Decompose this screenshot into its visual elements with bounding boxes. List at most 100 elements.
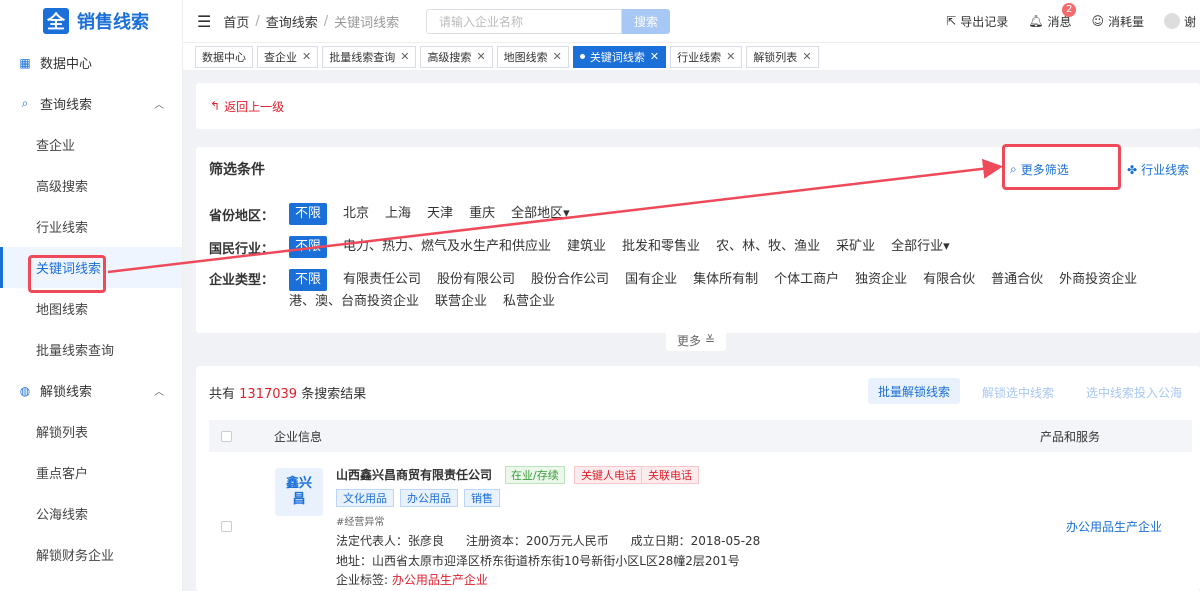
tab-keyword[interactable]: 关键词线索 ✕ (572, 45, 667, 68)
filter-option[interactable]: 有限责任公司 (343, 269, 421, 291)
grid-icon: ✤ (1127, 162, 1138, 177)
product-service-link[interactable]: 办公用品生产企业 (1066, 518, 1162, 535)
filter-option[interactable]: 私营企业 (503, 291, 555, 313)
filter-option[interactable]: 个体工商户 (774, 269, 839, 291)
filter-label: 省份地区： (209, 208, 275, 224)
unlock-selected-button[interactable]: 解锁选中线索 (982, 384, 1054, 401)
batch-unlock-button[interactable]: 批量解锁线索 (868, 378, 960, 404)
filter-option[interactable]: 不限 (289, 203, 328, 225)
close-icon[interactable]: ✕ (802, 50, 811, 63)
tab-label: 关键词线索 (589, 50, 645, 64)
filter-option[interactable]: 电力、热力、燃气及水生产和供应业 (343, 236, 551, 258)
filter-option[interactable]: 股份有限公司 (437, 269, 515, 291)
filter-option[interactable]: 不限 (289, 236, 328, 258)
sidebar-item-data-center[interactable]: ▦ 数据中心 (0, 42, 182, 83)
filter-option[interactable]: 不限 (289, 269, 328, 291)
export-records-button[interactable]: ⇱ 导出记录 (946, 13, 1008, 30)
sidebar-item-company[interactable]: 查企业 (0, 124, 182, 165)
search-button[interactable]: 搜索 (622, 9, 670, 34)
tab-advanced-search[interactable]: 高级搜索 ✕ (420, 45, 493, 68)
filter-option[interactable]: 全部行业▾ (891, 236, 950, 258)
filter-option[interactable]: 联营企业 (435, 291, 487, 313)
filter-option[interactable]: 全部地区▾ (511, 203, 570, 225)
user-name: 谢 (1183, 14, 1196, 29)
sidebar-group-unlock[interactable]: ◍ 解锁线索 ︿ (0, 370, 182, 411)
sidebar-item-map[interactable]: 地图线索 (0, 288, 182, 329)
tab-map[interactable]: 地图线索 ✕ (496, 45, 569, 68)
filter-label: 国民行业： (209, 241, 275, 257)
filter-options: 不限 电力、热力、燃气及水生产和供应业 建筑业 批发和零售业 农、林、牧、渔业 采矿业 全部… (289, 236, 1169, 258)
key-person-phone-tag[interactable]: 关键人电话 (574, 466, 643, 484)
sidebar-item-industry[interactable]: 行业线索 (0, 206, 182, 247)
close-icon[interactable]: ✕ (553, 50, 562, 63)
chevron-double-down-icon: ≚ (701, 333, 715, 347)
sidebar-item-finance-unlock[interactable]: 解锁财务企业 (0, 534, 182, 575)
consumption-button[interactable]: ☺ 消耗量 (1091, 13, 1144, 30)
filter-option[interactable]: 上海 (385, 203, 411, 225)
messages-button[interactable]: 🔔︎ 消息 2 (1028, 2, 1077, 30)
row-checkbox[interactable] (221, 521, 232, 532)
filter-option[interactable]: 外商投资企业 (1059, 269, 1137, 291)
dashboard-icon: ▦ (19, 55, 31, 70)
filter-option[interactable]: 股份合作公司 (531, 269, 609, 291)
filter-option[interactable]: 建筑业 (567, 236, 606, 258)
filter-option[interactable]: 国有企业 (625, 269, 677, 291)
filter-option[interactable]: 港、澳、台商投资企业 (289, 291, 419, 313)
select-all-checkbox[interactable] (221, 430, 232, 442)
sidebar-item-public-pool[interactable]: 公海线索 (0, 493, 182, 534)
company-search-input[interactable]: 请输入企业名称 (426, 9, 622, 34)
industry-leads-link[interactable]: ✤ 行业线索 (1127, 161, 1189, 178)
tab-data-center[interactable]: 数据中心 (195, 45, 253, 68)
filter-row-industry: 国民行业： 不限 电力、热力、燃气及水生产和供应业 建筑业 批发和零售业 农、林、牧、渔… (209, 236, 1169, 258)
sidebar-group-query[interactable]: ⌕ 查询线索 ︿ (0, 83, 182, 124)
sidebar-item-unlock-list[interactable]: 解锁列表 (0, 411, 182, 452)
menu-toggle-icon[interactable]: ☰ (197, 12, 211, 31)
close-icon[interactable]: ✕ (650, 50, 659, 63)
sidebar-item-batch-query[interactable]: 批量线索查询 (0, 329, 182, 370)
filter-title: 筛选条件 (209, 162, 265, 178)
filter-option[interactable]: 独资企业 (855, 269, 907, 291)
more-toggle-button[interactable]: 更多 ≚ (666, 329, 726, 351)
export-icon: ⇱ (946, 14, 957, 28)
filter-option[interactable]: 集体所有制 (693, 269, 758, 291)
app-logo[interactable]: 全 销售线索 (0, 0, 182, 42)
close-icon[interactable]: ✕ (726, 50, 735, 63)
filter-option[interactable]: 北京 (343, 203, 369, 225)
breadcrumb-current: 关键词线索 (334, 15, 400, 31)
filter-options: 不限 北京 上海 天津 重庆 全部地区▾ (289, 203, 1169, 225)
filter-option[interactable]: 农、林、牧、渔业 (716, 236, 820, 258)
tab-company[interactable]: 查企业 ✕ (257, 45, 319, 68)
close-icon[interactable]: ✕ (476, 50, 485, 63)
user-menu[interactable]: 谢 (1163, 13, 1196, 30)
company-label-line: 企业标签: 办公用品生产企业 (336, 571, 488, 588)
label-value: 办公用品生产企业 (391, 573, 488, 587)
tab-label: 查企业 (264, 50, 297, 64)
filter-option[interactable]: 批发和零售业 (622, 236, 700, 258)
breadcrumb-home[interactable]: 首页 (223, 12, 249, 31)
back-arrow-icon[interactable]: ↰ (210, 99, 220, 113)
close-icon[interactable]: ✕ (400, 50, 409, 63)
tab-batch-query[interactable]: 批量线索查询 ✕ (322, 45, 417, 68)
consumption-label: 消耗量 (1107, 14, 1144, 29)
sidebar-item-key-customers[interactable]: 重点客户 (0, 452, 182, 493)
filter-option[interactable]: 重庆 (469, 203, 495, 225)
company-name[interactable]: 山西鑫兴昌商贸有限责任公司 (336, 466, 492, 483)
result-suffix: 条搜索结果 (301, 387, 367, 402)
to-public-pool-button[interactable]: 选中线索投入公海 (1086, 384, 1182, 401)
filter-option[interactable]: 普通合伙 (991, 269, 1043, 291)
company-logo: 鑫兴昌 (275, 468, 323, 516)
related-phone-tag[interactable]: 关联电话 (641, 466, 699, 484)
filter-option[interactable]: 采矿业 (836, 236, 875, 258)
smile-icon: ☺ (1091, 14, 1104, 28)
tab-label: 高级搜索 (427, 50, 472, 64)
breadcrumb-query[interactable]: 查询线索 (266, 12, 318, 31)
filter-option[interactable]: 有限合伙 (923, 269, 975, 291)
tab-industry[interactable]: 行业线索 ✕ (670, 45, 743, 68)
message-count-badge: 2 (1062, 2, 1077, 17)
tab-unlock-list[interactable]: 解锁列表 ✕ (746, 45, 819, 68)
back-link[interactable]: 返回上一级 (224, 98, 284, 115)
close-icon[interactable]: ✕ (302, 50, 311, 63)
active-dot-icon (579, 54, 585, 59)
sidebar-item-advanced-search[interactable]: 高级搜索 (0, 165, 182, 206)
filter-option[interactable]: 天津 (427, 203, 453, 225)
